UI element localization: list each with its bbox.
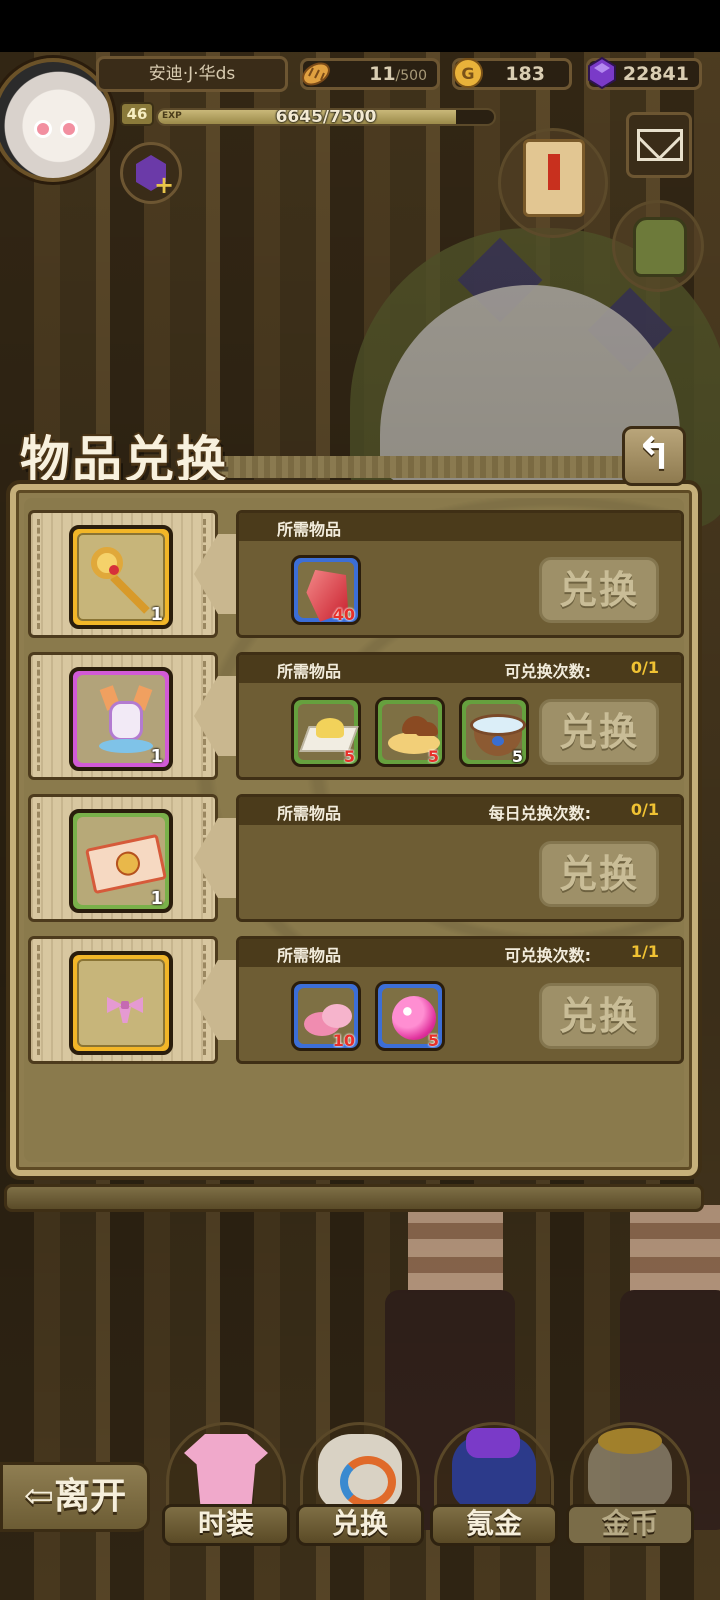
reward-area — [28, 936, 218, 1064]
exchange-button[interactable]: 兑换 — [539, 557, 659, 623]
exchange-limit-value: 0/1 — [630, 800, 659, 819]
exchange-button[interactable]: 兑换 — [539, 983, 659, 1049]
reward-area: 1 — [28, 794, 218, 922]
exchange-button[interactable]: 兑换 — [539, 841, 659, 907]
panel-scrollbar[interactable] — [4, 1184, 704, 1212]
cost-item-qty: 5 — [427, 747, 439, 766]
reward-area: 1 — [28, 510, 218, 638]
cost-item-qty: 10 — [332, 1031, 355, 1050]
gem-bag-icon — [452, 1428, 536, 1510]
reward-item-slot[interactable]: 1 — [69, 525, 173, 629]
pink-bow-icon — [107, 993, 143, 1023]
mail-icon — [637, 129, 683, 161]
cost-item-slot[interactable]: 5 — [291, 697, 361, 767]
title-strip — [210, 456, 640, 478]
cost-item-qty: 40 — [332, 605, 355, 624]
reward-item-qty: 1 — [150, 888, 163, 909]
nav-coins[interactable]: 金币 — [566, 1412, 694, 1562]
reward-item-slot[interactable] — [69, 951, 173, 1055]
leave-button[interactable]: ⇦离开 — [0, 1462, 150, 1532]
nav-recharge[interactable]: 氪金 — [430, 1412, 558, 1562]
exchange-limit-value: 0/1 — [630, 658, 659, 677]
ticket-icon — [85, 833, 167, 895]
plus-icon: + — [153, 171, 175, 199]
coin-bag-icon — [588, 1428, 672, 1510]
required-items-label: 所需物品 — [277, 520, 342, 539]
exchange-button[interactable]: 兑换 — [539, 699, 659, 765]
required-items-label: 所需物品 — [277, 946, 342, 965]
avatar-eye — [60, 120, 78, 138]
exp-text: 6645/7500 — [275, 108, 377, 126]
quest-scroll-icon — [523, 139, 585, 217]
nav-label: 兑换 — [296, 1504, 424, 1546]
exchange-limit-label: 每日兑换次数: — [488, 804, 591, 823]
mail-button[interactable] — [626, 112, 692, 178]
requirement-area: 所需物品 可兑换次数: 0/1 5 5 5 兑换 — [236, 652, 684, 780]
exchange-row: 1 所需物品 可兑换次数: 0/1 5 5 5 兑换 — [28, 652, 684, 780]
cost-item-slot[interactable]: 5 — [375, 981, 445, 1051]
cost-item-qty: 5 — [511, 747, 523, 766]
exchange-limit-label: 可兑换次数: — [504, 662, 591, 681]
reward-item-qty: 1 — [150, 746, 163, 767]
nav-label: 氪金 — [430, 1504, 558, 1546]
exp-bar: EXP 6645/7500 — [156, 108, 496, 126]
cost-item-slot[interactable]: 40 — [291, 555, 361, 625]
requirement-area: 所需物品 每日兑换次数: 0/1 兑换 — [236, 794, 684, 922]
player-level: 46 — [120, 102, 154, 126]
row-header: 所需物品 — [239, 513, 681, 541]
nav-exchange[interactable]: 兑换 — [296, 1412, 424, 1562]
backpack-icon — [633, 217, 687, 277]
buy-gems-button[interactable]: + — [120, 142, 182, 204]
player-name: 安迪·J·华ds — [96, 56, 288, 92]
avatar-eye — [34, 120, 52, 138]
required-items-label: 所需物品 — [277, 662, 342, 681]
row-header: 所需物品 每日兑换次数: 0/1 — [239, 797, 681, 825]
exchange-limit-label: 可兑换次数: — [504, 946, 591, 965]
cost-item-qty: 5 — [427, 1031, 439, 1050]
exchange-row: 1 所需物品 每日兑换次数: 0/1 兑换 — [28, 794, 684, 922]
exchange-limit-value: 1/1 — [630, 942, 659, 961]
nav-fashion[interactable]: 时装 — [162, 1412, 290, 1562]
cost-item-qty: 5 — [343, 747, 355, 766]
exchange-bag-icon — [318, 1434, 402, 1510]
reward-item-slot[interactable]: 1 — [69, 809, 173, 913]
stamina-counter: 11/500 — [300, 58, 440, 90]
nav-label: 金币 — [566, 1504, 694, 1546]
required-items-label: 所需物品 — [277, 804, 342, 823]
cost-item-slot[interactable]: 5 — [375, 697, 445, 767]
row-header: 所需物品 可兑换次数: 1/1 — [239, 939, 681, 967]
backpack-button[interactable] — [612, 200, 704, 292]
cost-item-slot[interactable]: 10 — [291, 981, 361, 1051]
row-header: 所需物品 可兑换次数: 0/1 — [239, 655, 681, 683]
reward-item-slot[interactable]: 1 — [69, 667, 173, 771]
exchange-row: 所需物品 可兑换次数: 1/1 10 5 兑换 — [28, 936, 684, 1064]
reward-item-bg — [77, 959, 165, 1047]
gem-value: 22841 — [622, 63, 689, 85]
requirement-area: 所需物品 可兑换次数: 1/1 10 5 兑换 — [236, 936, 684, 1064]
status-bar — [0, 0, 720, 52]
reward-item-qty: 1 — [150, 604, 163, 625]
exchange-row: 1 所需物品 40 兑换 — [28, 510, 684, 638]
requirement-area: 所需物品 40 兑换 — [236, 510, 684, 638]
quest-button[interactable] — [498, 128, 608, 238]
nav-label: 时装 — [162, 1504, 290, 1546]
stamina-max: /500 — [395, 68, 427, 84]
gold-counter: G 183 — [452, 58, 572, 90]
gold-value: 183 — [505, 63, 545, 85]
reward-area: 1 — [28, 652, 218, 780]
stamina-value: 11 — [369, 63, 396, 85]
cost-item-slot[interactable]: 5 — [459, 697, 529, 767]
gem-counter: 22841 — [586, 56, 702, 90]
back-button[interactable]: ↰ — [622, 426, 686, 486]
